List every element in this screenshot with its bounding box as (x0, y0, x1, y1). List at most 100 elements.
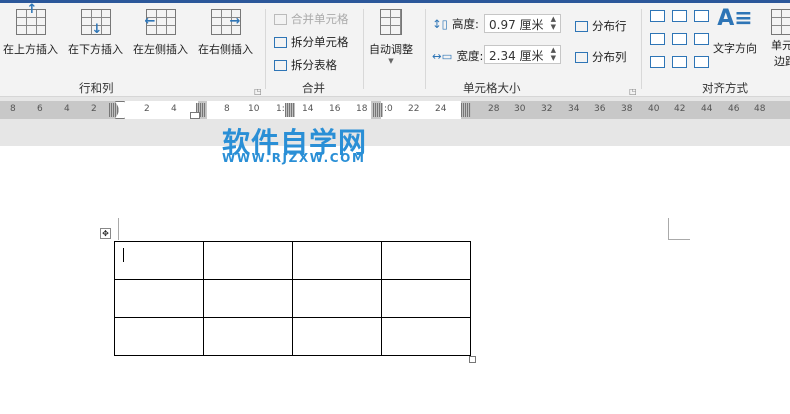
table-cell[interactable] (381, 241, 471, 280)
group-label-rows-cols: 行和列 (79, 81, 114, 95)
height-input[interactable]: 0.97 厘米 ▲ ▼ (484, 14, 561, 33)
ruler-tick: 16 (329, 104, 341, 114)
ruler-tick: 32 (541, 104, 553, 114)
ruler-tick: 2 (144, 104, 150, 114)
align-middle-right-button[interactable] (694, 33, 709, 45)
table-cell[interactable] (114, 241, 204, 280)
cell-margins-button[interactable]: 单元边距 (768, 9, 790, 69)
align-bottom-right-button[interactable] (694, 56, 709, 68)
insert-right-label: 在右侧插入 (198, 43, 253, 56)
insert-left-label: 在左侧插入 (133, 43, 188, 56)
align-top-left-button[interactable] (650, 10, 665, 22)
column-marker[interactable] (285, 103, 295, 117)
distribute-cols-button[interactable]: 分布列 (575, 49, 627, 65)
cell-size-launcher-icon[interactable]: ◳ (629, 87, 637, 96)
ruler-tick: 34 (568, 104, 580, 114)
spinner-arrows-icon[interactable]: ▲ ▼ (551, 15, 556, 31)
ruler-tick: 4 (171, 104, 177, 114)
group-label-cell-size: 单元格大小 (463, 81, 521, 95)
height-value: 0.97 厘米 (489, 18, 544, 32)
chevron-down-icon: ▼ (388, 57, 394, 65)
ruler-tick: 22 (408, 104, 420, 114)
insert-left-icon: ← (145, 9, 176, 35)
column-marker[interactable] (461, 103, 471, 117)
divider (425, 9, 426, 89)
horizontal-ruler[interactable]: 8 6 4 2 2 4 8 10 1: 14 16 18 :0 22 24 28… (0, 101, 790, 119)
ruler-tick: 10 (248, 104, 260, 114)
row-height-icon: ↕▯ (432, 17, 448, 31)
split-table-button[interactable]: 拆分表格 (274, 57, 337, 73)
table-cell[interactable] (114, 317, 204, 356)
split-cells-icon (274, 36, 287, 48)
insert-right-button[interactable]: → 在右侧插入 (198, 9, 253, 57)
margin-corner-mark (118, 218, 119, 240)
table-move-handle-icon[interactable]: ✥ (100, 228, 111, 239)
table-cell[interactable] (292, 317, 382, 356)
cell-margins-icon (771, 9, 790, 35)
merge-cells-label: 合并单元格 (291, 12, 349, 26)
ruler-tick: 1: (276, 104, 285, 114)
width-label: ↔▭ 宽度: (432, 48, 483, 64)
merge-cells-icon (274, 13, 287, 25)
ruler-tick: 48 (754, 104, 766, 114)
ruler-tick: 6 (37, 104, 43, 114)
align-top-center-button[interactable] (672, 10, 687, 22)
ruler-tick: 24 (435, 104, 447, 114)
table-row (114, 279, 471, 318)
width-label-text: 宽度: (456, 49, 484, 63)
table-cell[interactable] (292, 279, 382, 318)
insert-below-label: 在下方插入 (68, 43, 123, 56)
height-label-text: 高度: (451, 17, 479, 31)
table-cell[interactable] (292, 241, 382, 280)
align-top-right-button[interactable] (694, 10, 709, 22)
split-table-icon (274, 59, 287, 71)
col-width-icon: ↔▭ (432, 49, 453, 63)
cell-margins-label-2: 边距 (774, 55, 790, 68)
align-bottom-left-button[interactable] (650, 56, 665, 68)
align-bottom-center-button[interactable] (672, 56, 687, 68)
ruler-tick: 8 (10, 104, 16, 114)
align-middle-center-button[interactable] (672, 33, 687, 45)
align-middle-left-button[interactable] (650, 33, 665, 45)
ruler-tick: 46 (728, 104, 740, 114)
ruler-tick: 38 (621, 104, 633, 114)
table-cell[interactable] (203, 279, 293, 318)
distribute-rows-label: 分布行 (592, 19, 627, 33)
spinner-arrows-icon[interactable]: ▲ ▼ (551, 46, 556, 62)
autofit-button[interactable]: 自动调整 ▼ (369, 9, 413, 65)
divider (641, 9, 642, 89)
height-label: ↕▯ 高度: (432, 16, 479, 32)
split-table-label: 拆分表格 (291, 58, 337, 72)
table-resize-handle[interactable] (469, 356, 476, 363)
divider (363, 9, 364, 89)
distribute-cols-label: 分布列 (592, 50, 627, 64)
autofit-label: 自动调整 (369, 43, 413, 56)
table-cell[interactable] (381, 279, 471, 318)
divider (265, 9, 266, 89)
rows-cols-launcher-icon[interactable]: ◳ (254, 87, 262, 96)
ruler-tick: 40 (648, 104, 660, 114)
table-cell[interactable] (381, 317, 471, 356)
table-cell[interactable] (203, 317, 293, 356)
distribute-rows-button[interactable]: 分布行 (575, 18, 627, 34)
text-cursor (123, 247, 124, 262)
insert-above-button[interactable]: ↑ 在上方插入 (3, 2, 58, 57)
split-cells-label: 拆分单元格 (291, 35, 349, 49)
split-cells-button[interactable]: 拆分单元格 (274, 34, 349, 50)
width-input[interactable]: 2.34 厘米 ▲ ▼ (484, 45, 561, 64)
insert-below-button[interactable]: ↓ 在下方插入 (68, 9, 123, 57)
merge-cells-button[interactable]: 合并单元格 (274, 11, 349, 27)
document-table[interactable] (114, 241, 471, 356)
text-direction-button[interactable]: A≡ 文字方向 (713, 6, 757, 56)
table-cell[interactable] (203, 241, 293, 280)
hanging-indent-marker[interactable] (190, 112, 200, 119)
ruler-tick: 2 (91, 104, 97, 114)
column-marker[interactable] (373, 103, 383, 117)
cell-margins-label-1: 单元 (771, 39, 790, 52)
margin-corner-mark (668, 218, 690, 240)
table-cell[interactable] (114, 279, 204, 318)
table-row (114, 241, 471, 280)
insert-left-button[interactable]: ← 在左侧插入 (133, 9, 188, 57)
text-direction-label: 文字方向 (713, 42, 757, 55)
insert-above-label: 在上方插入 (3, 43, 58, 56)
